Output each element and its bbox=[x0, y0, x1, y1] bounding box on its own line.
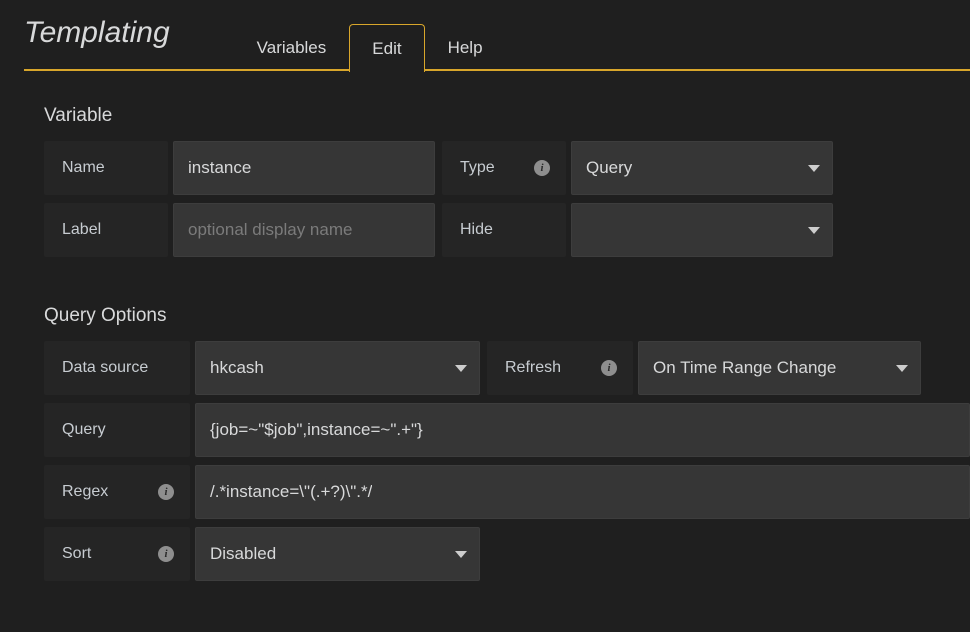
label-label-text: Label bbox=[62, 221, 102, 238]
page-title: Templating bbox=[24, 16, 170, 49]
type-label-text: Type bbox=[460, 159, 495, 176]
regex-label: Regex i bbox=[44, 465, 190, 519]
chevron-down-icon bbox=[808, 227, 820, 234]
chevron-down-icon bbox=[896, 365, 908, 372]
variable-section-heading: Variable bbox=[44, 105, 113, 126]
row-gap bbox=[480, 341, 487, 395]
type-select[interactable]: Query bbox=[571, 141, 833, 195]
tab-underline bbox=[24, 69, 970, 71]
data-source-select[interactable]: hkcash bbox=[195, 341, 480, 395]
query-options-rows: Data source hkcash Refresh i On Time Ran… bbox=[0, 341, 970, 581]
type-label: Type i bbox=[442, 141, 566, 195]
regex-row: Regex i /.*instance=\"(.+?)\".*/ bbox=[44, 465, 970, 519]
query-input[interactable]: {job=~"$job",instance=~".+"} bbox=[195, 403, 970, 457]
label-input[interactable]: optional display name bbox=[173, 203, 435, 257]
label-label: Label bbox=[44, 203, 168, 257]
tab-edit-label: Edit bbox=[372, 39, 402, 58]
templating-content: Variable Name instance Type i Query Labe… bbox=[0, 105, 970, 581]
variable-label-row: Label optional display name Hide bbox=[44, 203, 970, 257]
info-icon[interactable]: i bbox=[158, 484, 174, 500]
tab-variables-label: Variables bbox=[256, 38, 327, 57]
chevron-down-icon bbox=[808, 165, 820, 172]
type-select-value: Query bbox=[586, 158, 633, 177]
regex-input[interactable]: /.*instance=\"(.+?)\".*/ bbox=[195, 465, 970, 519]
templating-header: Templating Variables Edit Help bbox=[0, 0, 970, 72]
refresh-label: Refresh i bbox=[487, 341, 633, 395]
chevron-down-icon bbox=[455, 551, 467, 558]
tab-help[interactable]: Help bbox=[425, 23, 506, 71]
sort-select-value: Disabled bbox=[210, 544, 277, 563]
regex-label-text: Regex bbox=[62, 483, 109, 500]
hide-label-text: Hide bbox=[460, 221, 493, 238]
query-input-value: {job=~"$job",instance=~".+"} bbox=[210, 420, 423, 439]
info-icon[interactable]: i bbox=[534, 160, 550, 176]
row-gap bbox=[435, 141, 442, 195]
query-label: Query bbox=[44, 403, 190, 457]
name-input-value: instance bbox=[188, 158, 252, 177]
data-source-label-text: Data source bbox=[62, 359, 149, 376]
query-label-text: Query bbox=[62, 421, 106, 438]
sort-label-text: Sort bbox=[62, 545, 92, 562]
tab-edit[interactable]: Edit bbox=[349, 24, 425, 72]
sort-select[interactable]: Disabled bbox=[195, 527, 480, 581]
info-icon[interactable]: i bbox=[601, 360, 617, 376]
tab-help-label: Help bbox=[447, 38, 483, 57]
refresh-select-value: On Time Range Change bbox=[653, 358, 837, 377]
data-source-select-value: hkcash bbox=[210, 358, 264, 377]
variable-name-row: Name instance Type i Query bbox=[44, 141, 970, 195]
refresh-select[interactable]: On Time Range Change bbox=[638, 341, 921, 395]
refresh-label-text: Refresh bbox=[505, 359, 562, 376]
name-label: Name bbox=[44, 141, 168, 195]
info-icon[interactable]: i bbox=[158, 546, 174, 562]
query-row: Query {job=~"$job",instance=~".+"} bbox=[44, 403, 970, 457]
name-input[interactable]: instance bbox=[173, 141, 435, 195]
sort-label: Sort i bbox=[44, 527, 190, 581]
hide-select[interactable] bbox=[571, 203, 833, 257]
tab-bar: Variables Edit Help bbox=[234, 0, 506, 72]
variable-section-rows: Name instance Type i Query Label optiona… bbox=[0, 141, 970, 257]
data-source-label: Data source bbox=[44, 341, 190, 395]
data-source-row: Data source hkcash Refresh i On Time Ran… bbox=[44, 341, 970, 395]
tab-variables[interactable]: Variables bbox=[234, 23, 350, 71]
label-input-placeholder: optional display name bbox=[188, 220, 353, 239]
name-label-text: Name bbox=[62, 159, 105, 176]
chevron-down-icon bbox=[455, 365, 467, 372]
sort-row: Sort i Disabled bbox=[44, 527, 970, 581]
regex-input-value: /.*instance=\"(.+?)\".*/ bbox=[210, 482, 373, 501]
hide-label: Hide bbox=[442, 203, 566, 257]
query-options-heading: Query Options bbox=[44, 305, 167, 326]
row-gap bbox=[435, 203, 442, 257]
